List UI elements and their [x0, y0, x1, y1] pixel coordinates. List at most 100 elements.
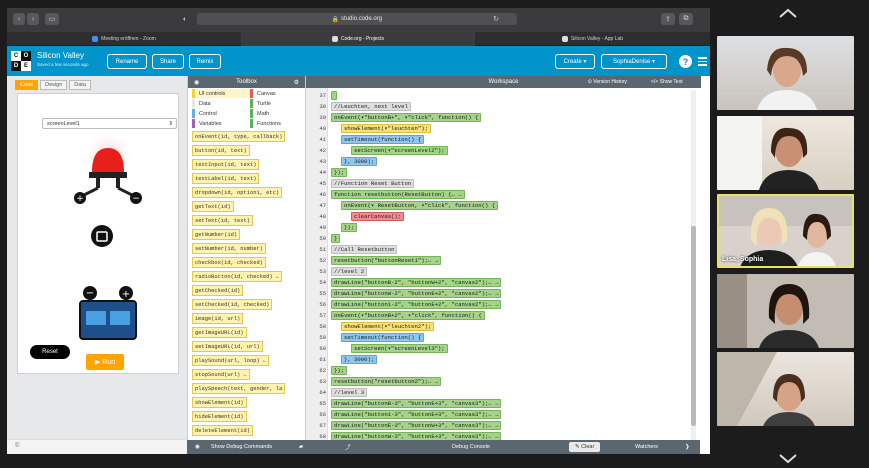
code-block[interactable]: drawLine("buttonB-2", "buttonW+2", "canv… — [331, 278, 502, 287]
version-history-button[interactable]: ⏲ Version History — [588, 78, 627, 86]
video-tile-1[interactable] — [717, 36, 854, 110]
toolbox-block[interactable]: getChecked(id) — [192, 285, 244, 296]
step-icon[interactable]: ▰ — [299, 442, 303, 452]
code-block[interactable]: }); — [331, 366, 348, 375]
toolbox-block[interactable]: stopSound(url) ← — [192, 369, 250, 380]
toolbox-block[interactable]: deleteElement(id) — [192, 425, 253, 436]
code-block[interactable]: setTimeout(function() { — [341, 333, 425, 342]
code-block[interactable]: function resetbutton(ResetButton) {← → — [331, 190, 465, 199]
toolbox-block[interactable]: setChecked(id, checked) — [192, 299, 273, 310]
toolbox-block[interactable]: textInput(id, text) — [192, 159, 260, 170]
code-block[interactable]: setTimeout(function() { — [341, 135, 425, 144]
mode-data[interactable]: Data — [69, 80, 91, 90]
code-block[interactable]: showElement(▾"leuchten2"); — [341, 322, 435, 331]
toolbox-block[interactable]: playSpeech(text, gender, la — [192, 383, 286, 394]
toolbox-block[interactable]: hideElement(id) — [192, 411, 247, 422]
debug-icon[interactable]: ◉ — [195, 442, 200, 452]
remix-button[interactable]: Remix — [189, 54, 221, 69]
toolbox-block[interactable]: image(id, url) — [192, 313, 244, 324]
sidebar-icon[interactable]: ▭ — [45, 13, 59, 25]
code-block[interactable]: }); — [331, 168, 348, 177]
code-block[interactable]: //Call Resetbutton — [331, 245, 398, 254]
collapse-icon[interactable]: ◉ — [194, 79, 199, 86]
toolbox-category[interactable]: Data — [192, 99, 250, 108]
code-block[interactable]: //level 2 — [331, 267, 368, 276]
code-block[interactable]: drawLine("buttonB-3", "buttonE+3", "canv… — [331, 399, 502, 408]
code-block[interactable]: drawLine("buttonE-3", "buttonW+3", "canv… — [331, 421, 502, 430]
code-block[interactable]: setScreen(▾"screenLevel2"); — [351, 146, 448, 155]
create-dropdown[interactable]: Create ▾ — [555, 54, 595, 69]
toolbox-category[interactable]: Math — [250, 109, 308, 118]
toolbox-category[interactable]: Turtle — [250, 99, 308, 108]
code-block[interactable]: } — [331, 234, 341, 243]
show-debug-commands[interactable]: Show Debug Commands — [211, 442, 272, 452]
hamburger-icon[interactable] — [698, 57, 707, 66]
toolbox-category[interactable]: Control — [192, 109, 250, 118]
scrollbar-thumb[interactable] — [691, 226, 696, 426]
toolbox-category[interactable]: Functions — [250, 119, 308, 128]
code-block[interactable]: resetbutton("resetbutton2");← → — [331, 377, 442, 386]
toolbox-category[interactable]: Variables — [192, 119, 250, 128]
code-block[interactable] — [331, 91, 337, 100]
rename-button[interactable]: Rename — [107, 54, 147, 69]
code-block[interactable]: clearCanvas(); — [351, 212, 404, 221]
reload-icon[interactable]: ↻ — [491, 13, 501, 25]
mode-code[interactable]: Code — [15, 80, 39, 90]
address-bar[interactable]: 🔒 studio.code.org — [197, 13, 517, 25]
toolbox-block[interactable]: getImageURL(id) — [192, 327, 247, 338]
codeorg-logo[interactable]: CODE — [11, 51, 31, 71]
toolbox-block[interactable]: setImageURL(id, url) — [192, 341, 263, 352]
code-block[interactable]: //level 3 — [331, 388, 368, 397]
code-block[interactable]: resetbutton("buttonReset1");← → — [331, 256, 442, 265]
code-block[interactable]: drawLine("button1-2", "buttonE+2", "canv… — [331, 300, 502, 309]
toolbox-block[interactable]: checkbox(id, checked) — [192, 257, 266, 268]
code-block[interactable]: }); — [341, 223, 358, 232]
code-block[interactable]: drawLine("buttonW-2", "buttonE+2", "canv… — [331, 289, 502, 298]
video-tile-2[interactable] — [717, 116, 854, 190]
toolbox-category[interactable]: Canvas — [250, 89, 308, 98]
code-block[interactable]: onEvent(▾ ResetButton, ▾"click", functio… — [341, 201, 499, 210]
code-block[interactable]: drawLine("button1-3", "buttonE+3", "canv… — [331, 410, 502, 419]
video-tile-5[interactable] — [717, 352, 854, 426]
back-button[interactable]: ‹ — [13, 13, 25, 25]
forward-button[interactable]: › — [27, 13, 39, 25]
video-tile-4[interactable] — [717, 274, 854, 348]
app-screen[interactable]: screenLevel1 ⇕ + − − + Reset — [17, 93, 179, 374]
video-tile-active[interactable]: Lisa, Sophia — [717, 194, 854, 268]
toolbox-block[interactable]: getText(id) — [192, 201, 234, 212]
chevron-down-icon[interactable] — [778, 454, 798, 464]
toolbox-block[interactable]: button(id, text) — [192, 145, 250, 156]
toolbox-block[interactable]: setNumber(id, number) — [192, 243, 266, 254]
chevron-up-icon[interactable] — [778, 8, 798, 18]
toolbox-block[interactable]: setText(id, text) — [192, 215, 253, 226]
code-block[interactable]: onEvent(▾"buttonB+2", ▾"click", function… — [331, 311, 485, 320]
toolbox-block[interactable]: onEvent(id, type, callback) — [192, 131, 286, 142]
code-block[interactable]: showElement(▾"leuchten"); — [341, 124, 431, 133]
shield-icon[interactable]: ◐ — [179, 13, 191, 25]
toolbox-category[interactable]: UI controls — [192, 89, 250, 98]
mode-design[interactable]: Design — [40, 80, 68, 90]
code-block[interactable]: }, 3000); — [341, 157, 378, 166]
share-button[interactable]: Share — [152, 54, 184, 69]
toolbox-block[interactable]: textLabel(id, text) — [192, 173, 260, 184]
reset-app-button[interactable]: Reset — [30, 345, 70, 359]
toolbox-block[interactable]: radioButton(id, checked) ← — [192, 271, 283, 282]
code-block[interactable]: //Function Reset Button — [331, 179, 415, 188]
tab-zoom[interactable]: Meeting eröffnen - Zoom — [7, 32, 241, 46]
gear-icon[interactable]: ⚙ — [294, 79, 299, 86]
code-block[interactable]: }, 3000); — [341, 355, 378, 364]
toolbox-block[interactable]: showElement(id) — [192, 397, 247, 408]
show-text-button[interactable]: </> Show Text — [651, 78, 683, 86]
toolbox-block[interactable]: playSound(url, loop) ← — [192, 355, 270, 366]
run-button[interactable]: ▶ Run — [86, 354, 124, 370]
clear-button[interactable]: ✎ Clear — [569, 442, 601, 452]
tabs-icon[interactable]: ⧉ — [679, 13, 693, 25]
chevron-right-icon[interactable]: ❯ — [685, 442, 690, 452]
code-block[interactable]: setScreen(▾"screenLevel3"); — [351, 344, 448, 353]
tab-projects[interactable]: Code.org - Projects — [241, 32, 475, 46]
code-block[interactable]: //Leuchten, next level — [331, 102, 411, 111]
user-menu[interactable]: SophiaDenise ▾ — [601, 54, 667, 69]
screen-select[interactable]: screenLevel1 ⇕ — [42, 118, 177, 129]
toolbox-block[interactable]: dropdown(id, option1, etc) — [192, 187, 283, 198]
toolbox-block[interactable]: getNumber(id) — [192, 229, 241, 240]
